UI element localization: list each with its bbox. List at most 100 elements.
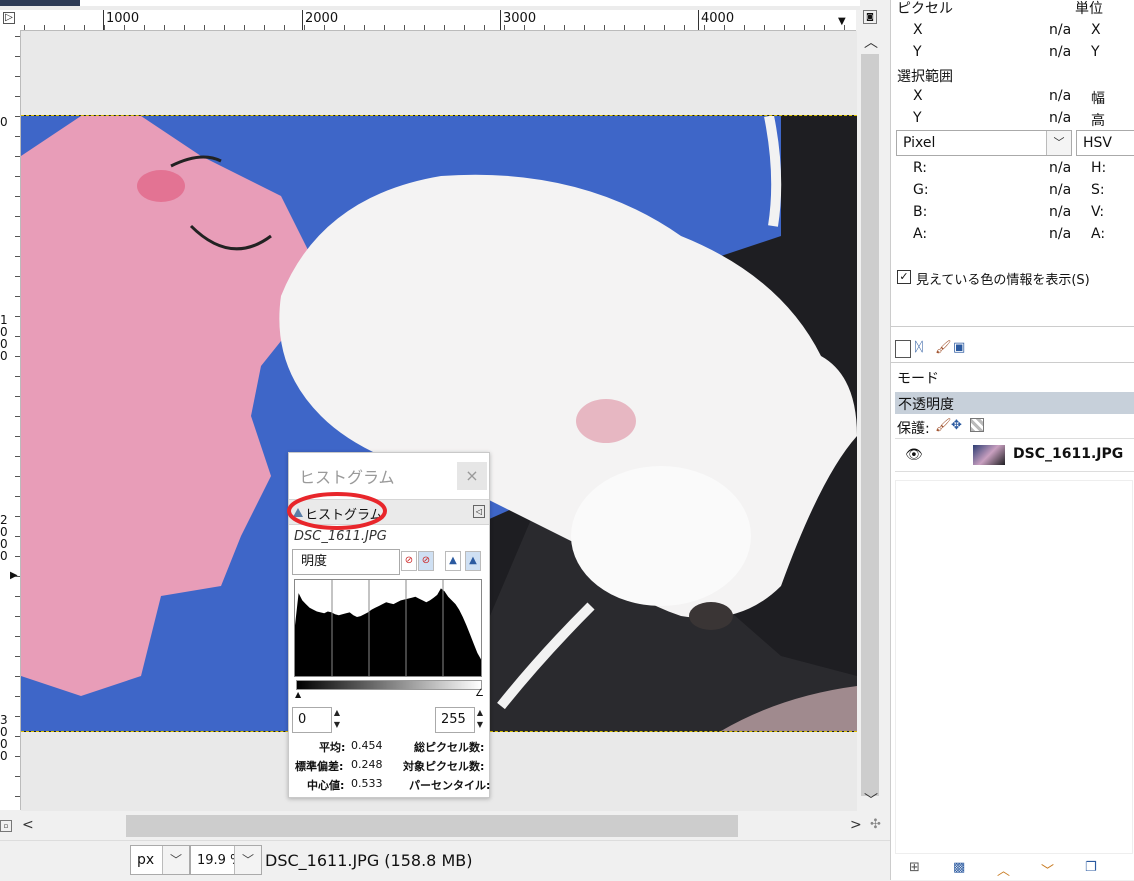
vertical-scrollbar[interactable]: ︿ ﹀ ◙ xyxy=(858,10,882,810)
log-histogram-icon[interactable]: ▲ xyxy=(465,551,481,571)
scroll-down-icon[interactable]: ﹀ xyxy=(864,790,878,810)
ruler-corner-menu-button[interactable]: ▷ xyxy=(0,10,21,31)
duplicate-layer-icon[interactable]: ❐ xyxy=(1085,860,1097,875)
ruler-tick xyxy=(64,25,65,30)
image-tab-strip xyxy=(0,0,860,10)
navigation-icon[interactable]: ✣ xyxy=(870,817,881,832)
ruler-tick xyxy=(404,25,405,30)
range-min-value: 0 xyxy=(298,712,307,727)
undo-tab-icon[interactable]: ▣ xyxy=(953,340,965,355)
alpha-value: n/a xyxy=(1049,226,1072,242)
lock-position-icon[interactable]: ✥ xyxy=(951,418,962,433)
ruler-tick xyxy=(44,25,45,30)
linear-histogram-icon[interactable]: ▲ xyxy=(445,551,461,571)
opacity-label: 不透明度 xyxy=(898,397,954,413)
unit-header: 単位 xyxy=(1075,1,1103,17)
lower-layer-icon[interactable]: ﹀ xyxy=(1041,860,1054,879)
sample-merged-checkbox[interactable]: ✓ xyxy=(897,270,911,284)
mean-label: 平均: xyxy=(319,741,346,754)
ruler-tick xyxy=(15,136,20,137)
range-min-input[interactable]: 0 xyxy=(292,707,332,733)
layers-tab-icon[interactable] xyxy=(895,340,911,358)
value-label: V: xyxy=(1091,204,1105,220)
horizontal-ruler[interactable]: 1000 2000 3000 4000 ▼ xyxy=(20,10,856,31)
navigate-icon[interactable]: ◙ xyxy=(863,10,877,24)
histogram-plot[interactable] xyxy=(294,579,482,677)
ruler-tick xyxy=(15,756,20,757)
new-layer-icon[interactable]: ⊞ xyxy=(909,860,920,875)
ruler-tick xyxy=(15,196,20,197)
layers-list-area[interactable] xyxy=(895,480,1133,854)
max-handle-icon[interactable]: ∠ xyxy=(475,688,484,699)
ruler-label: 1000 xyxy=(0,313,8,363)
ruler-tick xyxy=(184,25,185,30)
horizontal-scroll-thumb[interactable] xyxy=(126,815,738,837)
new-layer-group-icon[interactable]: ▩ xyxy=(953,860,965,875)
color-sample-mode-select[interactable]: Pixel ﹀ xyxy=(896,130,1072,156)
chevron-down-icon[interactable]: ﹀ xyxy=(234,846,261,874)
paths-tab-icon[interactable]: 🖌 xyxy=(935,340,952,355)
scroll-left-icon[interactable]: < xyxy=(22,817,34,833)
median-value: 0.533 xyxy=(351,777,383,790)
histogram-dialog[interactable]: ヒストグラム × ヒストグラム ◁ DSC_1611.JPG 明度 ⊘ ⊘ ▲ … xyxy=(287,452,490,798)
ruler-tick xyxy=(644,25,645,30)
chevron-down-icon[interactable]: ﹀ xyxy=(162,846,189,874)
ruler-tick xyxy=(584,25,585,30)
channels-tab-icon[interactable]: ᛞ xyxy=(915,340,923,355)
ruler-label: 0 xyxy=(0,115,8,129)
range-max-value: 255 xyxy=(441,712,466,727)
vertical-scroll-thumb[interactable] xyxy=(861,54,879,796)
ruler-tick xyxy=(564,25,565,30)
ruler-label: 4000 xyxy=(701,11,735,26)
range-max-spinner-icon[interactable]: ▲ ▼ xyxy=(475,707,485,733)
ruler-tick xyxy=(15,636,20,637)
unit-select[interactable]: px ﹀ xyxy=(130,845,190,875)
scroll-up-icon[interactable]: ︿ xyxy=(864,32,878,52)
value-gradient-bar[interactable] xyxy=(296,680,482,690)
ruler-tick xyxy=(15,456,20,457)
tab-menu-icon[interactable]: ◁ xyxy=(473,505,485,518)
range-min-spinner-icon[interactable]: ▲ ▼ xyxy=(332,707,342,733)
ruler-tick xyxy=(15,236,20,237)
vertical-ruler[interactable]: 0 1000 2000 3000 ▶ xyxy=(0,30,21,810)
layer-row[interactable]: 👁 DSC_1611.JPG xyxy=(895,438,1134,472)
layer-name: DSC_1611.JPG xyxy=(1013,446,1124,462)
linear-scale-icon[interactable]: ⊘ xyxy=(401,551,417,571)
selection-x-value: n/a xyxy=(1049,88,1072,104)
lock-alpha-icon[interactable] xyxy=(970,418,984,432)
lock-pixels-icon[interactable]: 🖌 xyxy=(935,418,952,433)
horizontal-scrollbar[interactable]: < > ▫ ✣ xyxy=(0,812,882,840)
unit-x-label: X xyxy=(1091,22,1101,38)
image-tab-thumbnail[interactable] xyxy=(0,0,80,6)
log-scale-icon[interactable]: ⊘ xyxy=(418,551,434,571)
red-value: n/a xyxy=(1049,160,1072,176)
dialog-title: ヒストグラム xyxy=(299,468,395,487)
range-max-input[interactable]: 255 xyxy=(435,707,475,733)
ruler-tick xyxy=(15,276,20,277)
scroll-right-icon[interactable]: > xyxy=(850,817,862,833)
opacity-slider[interactable]: 不透明度 xyxy=(895,392,1134,414)
channel-select[interactable]: 明度 xyxy=(292,549,400,575)
ruler-label: 1000 xyxy=(106,11,140,26)
close-icon[interactable]: × xyxy=(457,462,487,490)
color-space-select[interactable]: HSV xyxy=(1076,130,1134,156)
chevron-down-icon[interactable]: ﹀ xyxy=(1046,131,1071,155)
eye-icon[interactable]: 👁 xyxy=(905,447,923,463)
ruler-tick xyxy=(524,25,525,30)
ruler-tick xyxy=(724,25,725,30)
ruler-tick xyxy=(24,25,25,30)
zoom-select[interactable]: 19.9 % ﹀ xyxy=(190,845,262,875)
total-pixels-label: 総ピクセル数: xyxy=(414,741,485,754)
min-handle-icon[interactable]: ▲ xyxy=(295,690,301,699)
quick-mask-icon[interactable]: ▫ xyxy=(0,820,12,832)
ruler-tick xyxy=(15,356,20,357)
ruler-tick xyxy=(324,25,325,30)
ruler-tick xyxy=(124,25,125,30)
ruler-label: 3000 xyxy=(0,713,8,763)
stddev-value: 0.248 xyxy=(351,758,383,771)
lock-label: 保護: xyxy=(897,421,930,437)
selection-height-label: 高 xyxy=(1091,113,1105,129)
ruler-tick xyxy=(664,25,665,30)
ruler-tick xyxy=(15,96,20,97)
raise-layer-icon[interactable]: ︿ xyxy=(997,860,1010,879)
